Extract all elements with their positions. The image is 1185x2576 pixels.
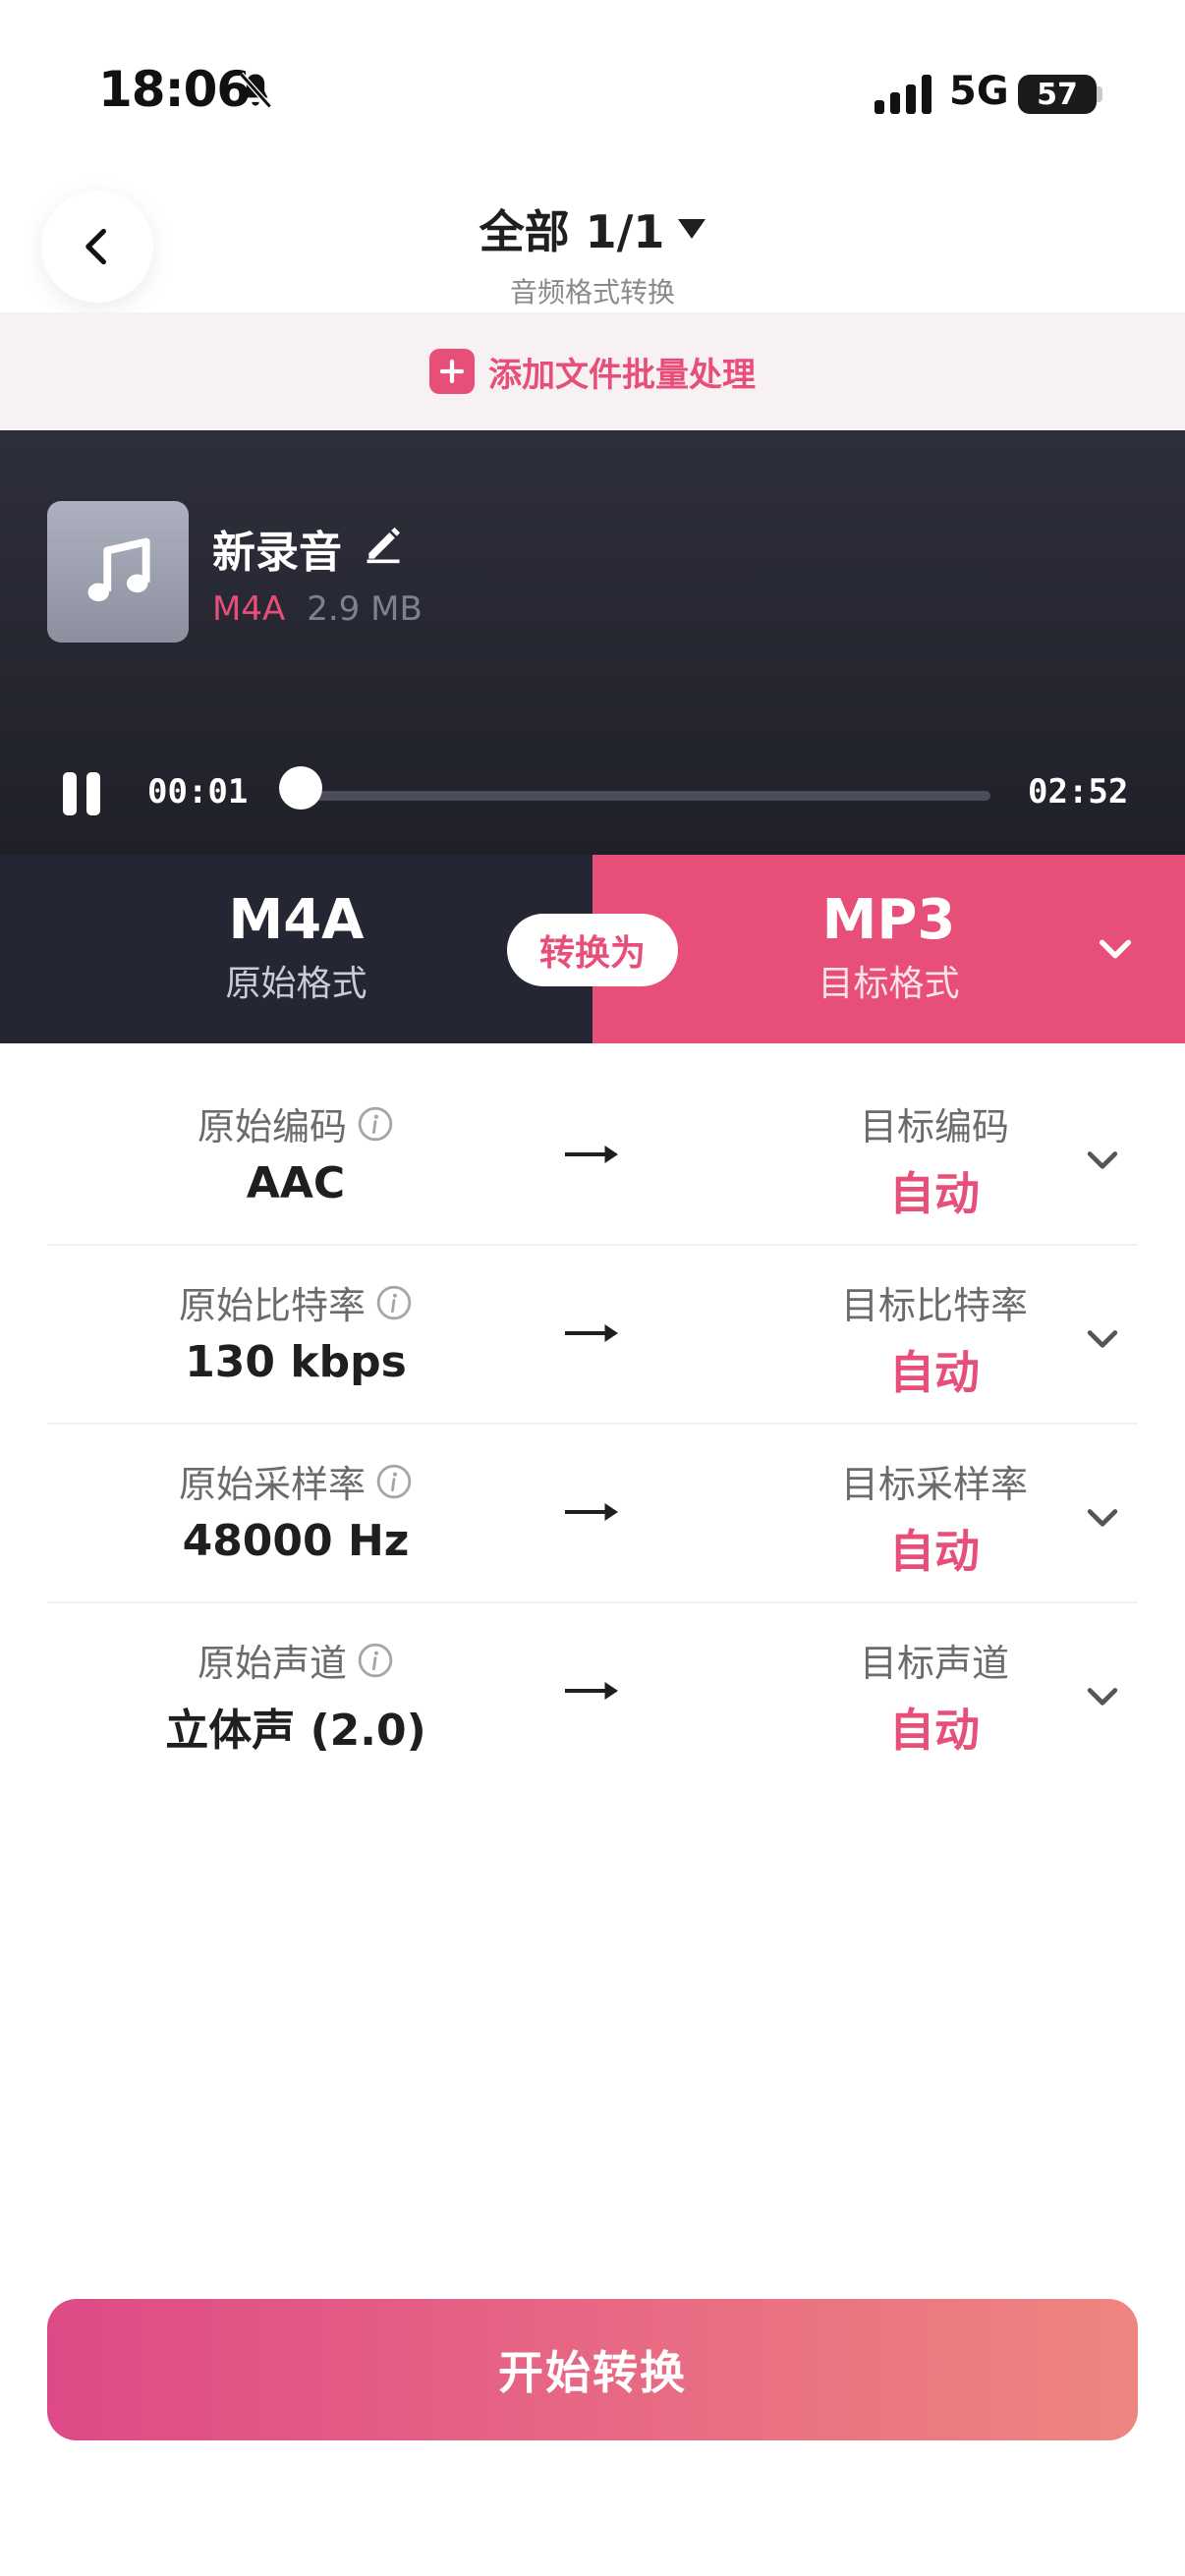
chevron-down-icon[interactable] xyxy=(1081,1138,1124,1181)
add-files-button[interactable]: 添加文件批量处理 xyxy=(0,312,1185,430)
chevron-down-icon[interactable] xyxy=(1081,1674,1124,1717)
arrow-right-icon xyxy=(565,1146,618,1163)
param-row-codec: 原始编码 AAC 目标编码 自动 xyxy=(47,1067,1138,1246)
pencil-icon xyxy=(367,527,401,563)
start-convert-button[interactable]: 开始转换 xyxy=(47,2299,1138,2440)
file-name-row: 新录音 xyxy=(212,517,405,580)
pause-button[interactable] xyxy=(63,772,106,815)
info-icon[interactable] xyxy=(357,1105,394,1143)
progress-knob[interactable] xyxy=(279,766,323,810)
caret-down-icon xyxy=(678,219,706,239)
source-format-panel: M4A 原始格式 xyxy=(0,855,592,1043)
add-files-label: 添加文件批量处理 xyxy=(488,355,756,395)
info-icon[interactable] xyxy=(375,1284,413,1321)
arrow-right-icon xyxy=(565,1682,618,1700)
target-format-selector[interactable]: MP3 目标格式 xyxy=(592,855,1185,1043)
chevron-down-icon xyxy=(1099,939,1132,959)
arrow-right-icon xyxy=(565,1503,618,1521)
source-format: M4A xyxy=(228,887,365,952)
source-param-label-row: 原始比特率 xyxy=(179,1275,413,1329)
source-param-label: 原始声道 xyxy=(197,1642,347,1685)
battery-icon: 57 xyxy=(1018,75,1097,114)
source-param-value: 48000 Hz xyxy=(182,1516,410,1566)
chevron-down-icon[interactable] xyxy=(1081,1495,1124,1539)
battery-cap xyxy=(1097,86,1102,102)
music-note-icon xyxy=(87,537,150,602)
source-param-label-row: 原始声道 xyxy=(198,1633,394,1687)
file-name: 新录音 xyxy=(212,528,342,578)
source-param-label: 原始采样率 xyxy=(178,1463,366,1506)
source-param: 原始编码 AAC xyxy=(47,1096,544,1208)
source-param: 原始采样率 48000 Hz xyxy=(47,1454,544,1566)
source-param-label-row: 原始编码 xyxy=(198,1096,394,1150)
arrow-right-icon xyxy=(565,1324,618,1342)
convert-to-badge: 转换为 xyxy=(507,914,678,986)
target-format: MP3 xyxy=(821,887,956,952)
source-param-value: 立体声 (2.0) xyxy=(165,1706,426,1756)
file-meta: M4A 2.9 MB xyxy=(212,589,423,629)
info-icon[interactable] xyxy=(375,1463,413,1500)
source-param-label-row: 原始采样率 xyxy=(179,1454,413,1508)
source-param: 原始比特率 130 kbps xyxy=(47,1275,544,1387)
page-title: 全部 1/1 xyxy=(479,205,665,258)
pause-icon xyxy=(63,772,77,815)
bell-off-icon xyxy=(239,72,272,109)
pause-icon xyxy=(86,772,100,815)
source-param: 原始声道 立体声 (2.0) xyxy=(47,1633,544,1758)
file-size: 2.9 MB xyxy=(307,589,423,629)
source-format-label: 原始格式 xyxy=(225,964,367,1005)
status-time: 18:06 xyxy=(98,61,251,118)
info-icon[interactable] xyxy=(357,1642,394,1679)
params-list: 原始编码 AAC 目标编码 自动 原始比特率 130 kbps 目标比特率 自动 xyxy=(0,1067,1185,1780)
target-format-label: 目标格式 xyxy=(818,964,960,1005)
battery-level: 57 xyxy=(1037,77,1078,112)
rename-button[interactable] xyxy=(362,522,405,576)
file-selector[interactable]: 全部 1/1 xyxy=(480,196,706,261)
source-param-value: 130 kbps xyxy=(185,1337,407,1387)
param-row-samplerate: 原始采样率 48000 Hz 目标采样率 自动 xyxy=(47,1425,1138,1603)
plus-icon xyxy=(429,349,475,394)
header: 全部 1/1 音频格式转换 xyxy=(0,196,1185,310)
audio-cover xyxy=(47,501,189,643)
param-row-channels: 原始声道 立体声 (2.0) 目标声道 自动 xyxy=(47,1603,1138,1780)
signal-icon xyxy=(875,75,931,114)
source-param-label: 原始编码 xyxy=(197,1105,347,1148)
total-time: 02:52 xyxy=(1028,772,1129,812)
status-bar: 18:06 5G 57 xyxy=(0,0,1185,177)
file-format: M4A xyxy=(212,589,286,629)
source-param-label: 原始比特率 xyxy=(178,1284,366,1327)
audio-player: 新录音 M4A 2.9 MB 00:01 02:52 xyxy=(0,430,1185,855)
page-subtitle: 音频格式转换 xyxy=(509,276,675,308)
progress-track[interactable] xyxy=(297,791,990,801)
current-time: 00:01 xyxy=(147,772,249,812)
param-row-bitrate: 原始比特率 130 kbps 目标比特率 自动 xyxy=(47,1246,1138,1425)
source-param-value: AAC xyxy=(246,1158,346,1208)
chevron-down-icon[interactable] xyxy=(1081,1316,1124,1360)
network-type: 5G xyxy=(949,69,1009,114)
